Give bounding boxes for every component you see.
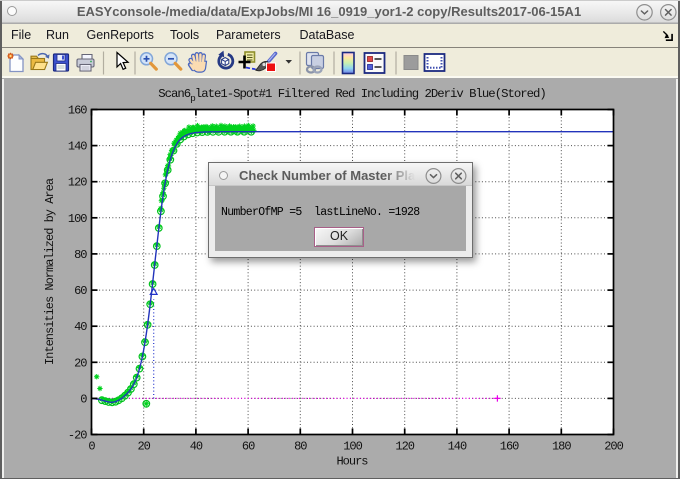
- svg-text:Intensities Normalized by Area: Intensities Normalized by Area: [43, 178, 57, 365]
- svg-text:100: 100: [343, 440, 362, 454]
- svg-text:80: 80: [294, 440, 307, 454]
- svg-text:80: 80: [74, 248, 87, 262]
- svg-text:20: 20: [137, 440, 150, 454]
- svg-text:40: 40: [74, 320, 87, 334]
- svg-text:200: 200: [604, 440, 623, 454]
- svg-text:120: 120: [395, 440, 414, 454]
- svg-text:140: 140: [448, 440, 467, 454]
- svg-text:Scan6plate1-Spot#1 Filtered Re: Scan6plate1-Spot#1 Filtered Red Includin…: [158, 87, 545, 104]
- svg-text:60: 60: [242, 440, 255, 454]
- svg-text:40: 40: [190, 440, 203, 454]
- svg-text:Hours: Hours: [336, 455, 368, 469]
- svg-text:-20: -20: [68, 429, 87, 443]
- svg-text:140: 140: [68, 140, 87, 154]
- svg-text:0: 0: [80, 392, 87, 406]
- svg-text:160: 160: [500, 440, 519, 454]
- svg-text:100: 100: [68, 212, 87, 226]
- svg-text:0: 0: [88, 440, 95, 454]
- svg-text:20: 20: [74, 356, 87, 370]
- svg-text:180: 180: [552, 440, 571, 454]
- svg-text:60: 60: [74, 284, 87, 298]
- svg-text:120: 120: [68, 176, 87, 190]
- svg-text:160: 160: [68, 104, 87, 118]
